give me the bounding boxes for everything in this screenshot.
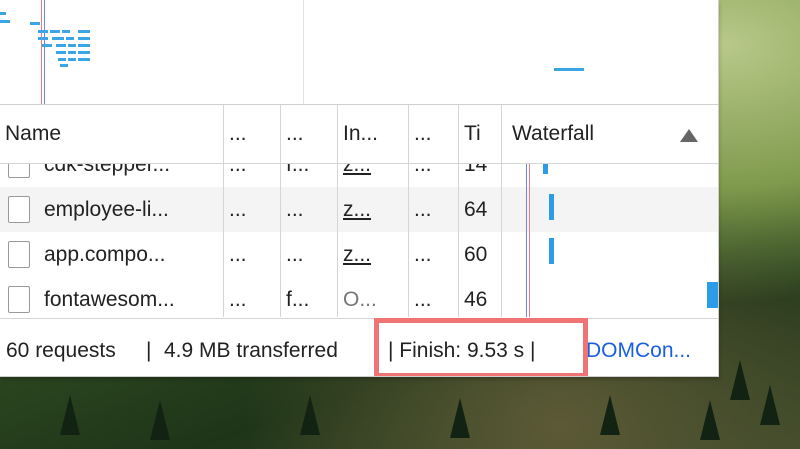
request-name: employee-li... [44, 198, 169, 221]
request-name: fontawesom... [44, 288, 175, 311]
table-cell: ... [409, 277, 459, 317]
column-header-waterfall[interactable]: Waterfall [502, 105, 718, 163]
column-header[interactable]: ... [224, 105, 281, 163]
overview-bar [56, 51, 66, 54]
table-cell: ... [224, 187, 281, 232]
domcontentloaded-marker [44, 0, 45, 104]
time-cell: 64 [459, 187, 502, 232]
overview-bar [66, 37, 74, 40]
table-cell: ... [409, 232, 459, 277]
load-line [529, 164, 530, 317]
file-icon [8, 241, 30, 268]
tree [450, 398, 470, 438]
request-name: app.compo... [44, 243, 166, 266]
overview-bar [0, 20, 10, 23]
request-count: 60 requests [6, 339, 116, 362]
tree [600, 395, 620, 435]
overview-bar [52, 37, 64, 40]
waterfall-bar [543, 164, 548, 174]
overview-bar [62, 30, 70, 33]
table-cell: ... [409, 164, 459, 187]
waterfall-bar [707, 282, 718, 308]
table-cell: f... [281, 164, 338, 187]
tree [700, 400, 720, 440]
initiator-link[interactable]: z... [338, 187, 409, 232]
table-cell: ... [281, 232, 338, 277]
table-cell: ... [224, 164, 281, 187]
table-cell: ... [224, 232, 281, 277]
time-cell: 14 [459, 164, 502, 187]
overview-gridline [303, 0, 304, 104]
separator: | [146, 339, 152, 362]
initiator-cell: O... [338, 277, 409, 317]
overview-bar [78, 44, 90, 47]
highlight-box [374, 318, 588, 376]
triangle-up-icon[interactable] [680, 129, 698, 142]
overview-bar [58, 58, 66, 61]
file-icon [8, 196, 30, 223]
column-header-time[interactable]: Ti [459, 105, 502, 163]
request-name: cdk-stepper... [44, 164, 171, 176]
name-cell: fontawesom... [0, 277, 224, 317]
table-header: Name ... ... In... ... Ti Waterfall [0, 105, 718, 164]
overview-bar [68, 51, 76, 54]
name-cell: employee-li... [0, 187, 224, 232]
overview-bar [78, 30, 90, 33]
overview-bar [50, 30, 60, 33]
name-cell: app.compo... [0, 232, 224, 277]
overview-bar [38, 30, 48, 33]
overview-bar [78, 37, 90, 40]
waterfall-bar [549, 238, 554, 264]
domcontentloaded-time[interactable]: DOMCon... [586, 319, 691, 376]
overview-bar [68, 58, 76, 61]
tree [760, 385, 780, 425]
overview-bar [42, 44, 52, 47]
time-cell: 46 [459, 277, 502, 317]
overview-bar [30, 22, 40, 25]
initiator-link[interactable]: z... [338, 232, 409, 277]
overview-bar [60, 64, 68, 67]
column-header-name[interactable]: Name [0, 105, 224, 163]
table-cell: ... [281, 187, 338, 232]
column-header-initiator[interactable]: In... [338, 105, 409, 163]
table-cell: f... [281, 277, 338, 317]
status-bar: 60 requests | 4.9 MB transferred | Finis… [0, 318, 718, 376]
column-header[interactable]: ... [409, 105, 459, 163]
overview-bar [78, 51, 90, 54]
timeline-overview[interactable] [0, 0, 718, 105]
overview-bar [38, 37, 48, 40]
load-marker [41, 0, 42, 104]
time-cell: 60 [459, 232, 502, 277]
waterfall-bar [549, 194, 554, 220]
overview-bar [78, 58, 90, 61]
initiator-link[interactable]: z... [338, 164, 409, 187]
overview-bar [0, 12, 6, 15]
waterfall-column [503, 164, 718, 317]
table-cell: ... [409, 187, 459, 232]
waterfall-label: Waterfall [512, 122, 595, 145]
file-icon [8, 164, 30, 178]
transferred-size: 4.9 MB transferred [164, 339, 338, 362]
domcontentloaded-line [526, 164, 527, 317]
overview-bar [554, 68, 584, 71]
tree [300, 395, 320, 435]
file-icon [8, 286, 30, 313]
tree [60, 395, 80, 435]
tree [730, 360, 750, 400]
column-header[interactable]: ... [281, 105, 338, 163]
overview-bar [68, 44, 76, 47]
network-panel: Name ... ... In... ... Ti Waterfall cdk-… [0, 0, 719, 377]
table-cell: ... [224, 277, 281, 317]
tree [150, 400, 170, 440]
name-cell: cdk-stepper... [0, 164, 224, 187]
overview-bar [56, 44, 66, 47]
